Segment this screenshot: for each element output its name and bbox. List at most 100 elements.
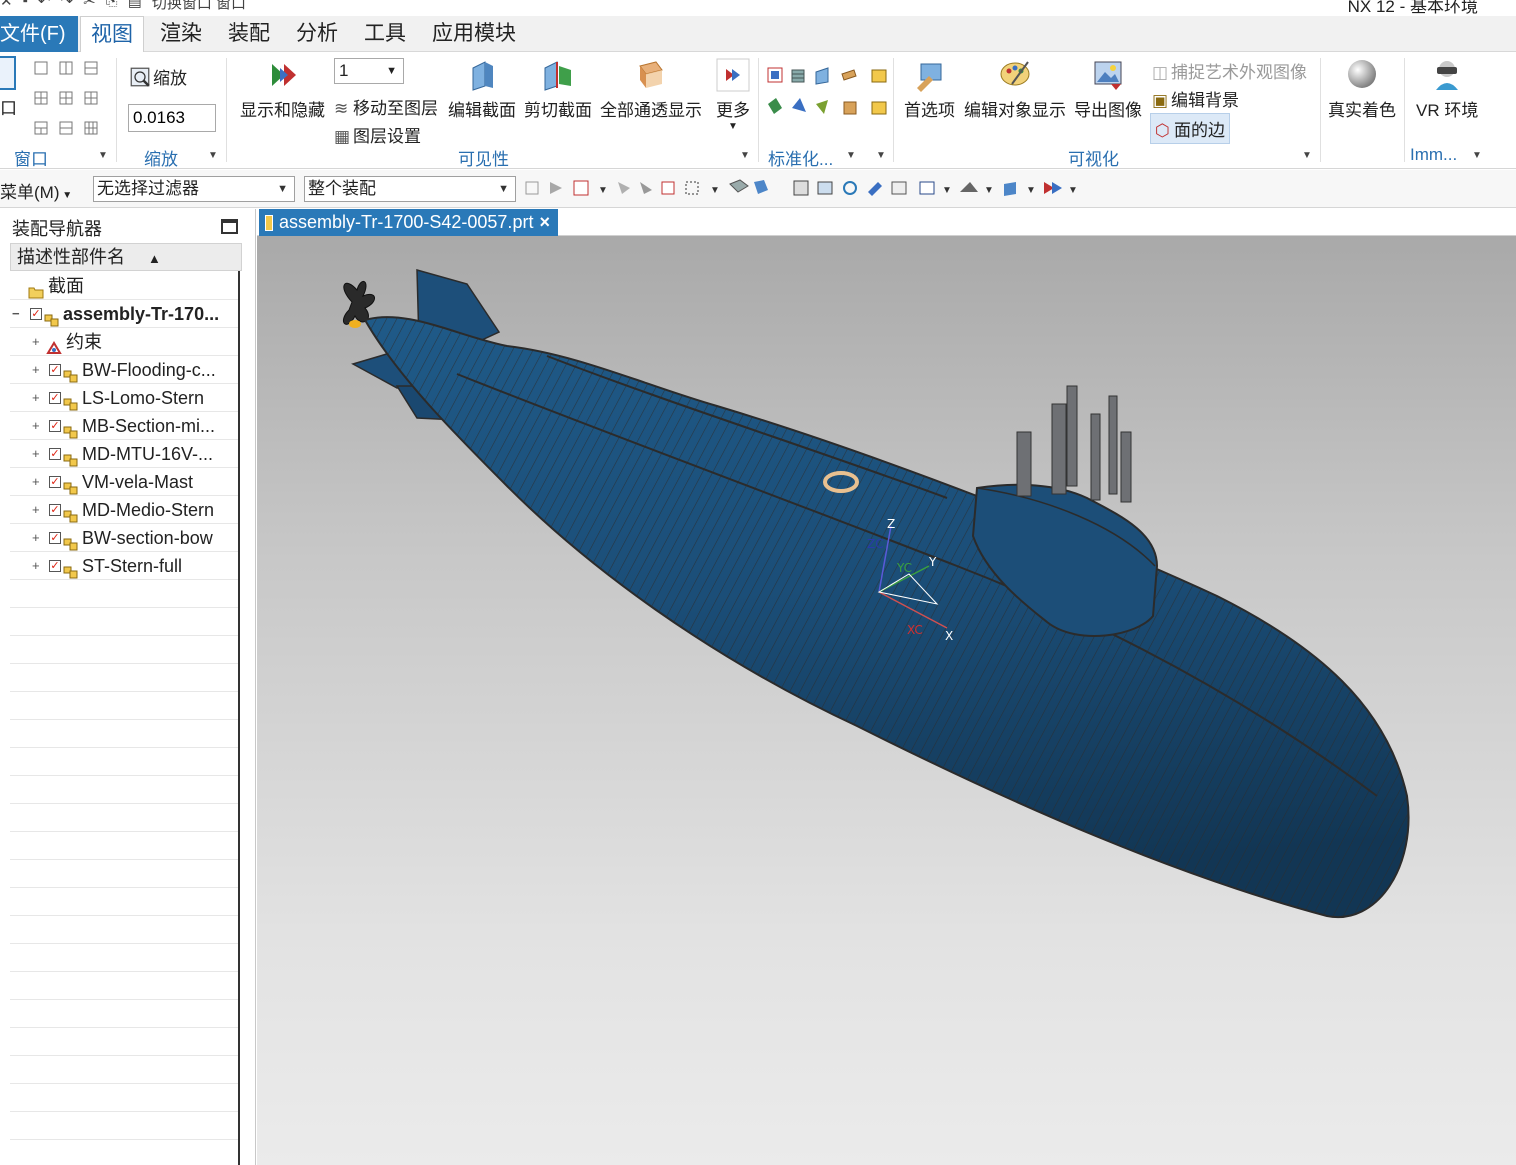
component-icon: [63, 475, 78, 495]
face-edges-toggle[interactable]: ⬡ 面的边: [1150, 113, 1230, 144]
tab-analysis[interactable]: 分析: [286, 16, 348, 52]
paste-icon[interactable]: ▤: [128, 0, 142, 12]
close-icon[interactable]: ✕: [0, 0, 13, 12]
group-label-visibility: 可见性: [458, 150, 509, 169]
expand-icon[interactable]: +: [32, 496, 40, 523]
expand-icon[interactable]: +: [32, 356, 40, 383]
tab-application[interactable]: 应用模块: [422, 16, 526, 52]
expand-icon[interactable]: +: [32, 524, 40, 551]
component-icon: [63, 363, 78, 383]
copy-icon[interactable]: ⎘: [106, 0, 118, 12]
show-hide-button[interactable]: 显示和隐藏: [240, 58, 325, 121]
edit-section-button[interactable]: 编辑截面: [448, 58, 516, 121]
tab-assembly[interactable]: 装配: [218, 16, 280, 52]
cut-icon[interactable]: ✂: [83, 0, 96, 12]
submarine-model[interactable]: Z ZC YC Y XC X: [257, 236, 1516, 1165]
graphics-viewport[interactable]: Z ZC YC Y XC X: [257, 236, 1516, 1165]
close-icon[interactable]: ×: [539, 209, 550, 236]
visibility-group-dropdown[interactable]: ▼: [740, 150, 750, 161]
tree-row-component[interactable]: + ✓ MD-MTU-16V-...: [10, 440, 240, 468]
window-partial-label[interactable]: 口: [0, 94, 17, 119]
document-tab-bar: assembly-Tr-1700-S42-0057.prt ×: [257, 209, 1516, 236]
imm-group-dropdown[interactable]: ▼: [1472, 150, 1482, 161]
expand-icon[interactable]: +: [32, 384, 40, 411]
constraints-icon: [46, 335, 62, 354]
capture-art-image-button[interactable]: ◫ 捕捉艺术外观图像: [1152, 58, 1307, 83]
selection-tool-icons[interactable]: ▼ ▼ ▼ ▼ ▼ ▼: [522, 178, 1082, 200]
preferences-button[interactable]: 首选项: [904, 58, 955, 121]
edit-background-button[interactable]: ▣ 编辑背景: [1152, 86, 1239, 111]
edit-object-display-button[interactable]: 编辑对象显示: [964, 58, 1066, 121]
tree-row-component[interactable]: + ✓ VM-vela-Mast: [10, 468, 240, 496]
export-image-button[interactable]: 导出图像: [1074, 58, 1142, 121]
selection-scope-select[interactable]: 整个装配 ▼: [304, 176, 516, 202]
layer-select[interactable]: 1 ▼: [334, 58, 404, 84]
undo-icon[interactable]: ↶: [38, 0, 51, 12]
tab-render[interactable]: 渲染: [150, 16, 212, 52]
component-icon: [63, 447, 78, 467]
switch-window-label[interactable]: 切换窗口 窗口: [152, 0, 246, 12]
clip-section-button[interactable]: 剪切截面: [524, 58, 592, 121]
window-grid-icons[interactable]: [33, 60, 103, 140]
visibility-checkbox[interactable]: ✓: [49, 504, 61, 516]
tree-row-component[interactable]: + ✓ BW-Flooding-c...: [10, 356, 240, 384]
visibility-checkbox[interactable]: ✓: [49, 476, 61, 488]
save-icon[interactable]: ▪: [23, 0, 28, 12]
move-to-layer-button[interactable]: ≋ 移动至图层: [334, 94, 438, 119]
visibility-checkbox[interactable]: ✓: [49, 560, 61, 572]
standard-group-dropdown[interactable]: ▼: [846, 150, 856, 161]
column-header-part-name[interactable]: 描述性部件名 ▲: [10, 243, 242, 271]
maximize-icon[interactable]: [221, 219, 238, 234]
tree-row-component[interactable]: + ✓ MD-Medio-Stern: [10, 496, 240, 524]
palette-icon: [1000, 61, 1030, 86]
tree-row-component[interactable]: + ✓ ST-Stern-full: [10, 552, 240, 580]
visibility-checkbox[interactable]: ✓: [49, 420, 61, 432]
standard-extra-dropdown[interactable]: ▼: [876, 150, 886, 161]
quick-access-toolbar[interactable]: ✕ ▪ ↶ ↷ ✂ ⎘ ▤ 切换窗口 窗口: [0, 0, 246, 12]
vr-environment-button[interactable]: VR 环境: [1416, 58, 1478, 121]
tree-row-assembly[interactable]: − ✓ assembly-Tr-170...: [10, 300, 240, 328]
menu-button[interactable]: 菜单(M) ▼: [0, 178, 72, 203]
zoom-group-dropdown[interactable]: ▼: [208, 150, 218, 161]
tree-row-component[interactable]: + ✓ MB-Section-mi...: [10, 412, 240, 440]
sort-up-icon: ▲: [148, 251, 161, 266]
tree-row-component[interactable]: + ✓ BW-section-bow: [10, 524, 240, 552]
expand-icon[interactable]: +: [32, 440, 40, 467]
tree-row-section[interactable]: 截面: [10, 272, 240, 300]
visibility-checkbox[interactable]: ✓: [49, 392, 61, 404]
visibility-checkbox[interactable]: ✓: [49, 364, 61, 376]
tab-file[interactable]: 文件(F): [0, 16, 78, 52]
visibility-checkbox[interactable]: ✓: [30, 308, 42, 320]
navigator-splitter[interactable]: [238, 271, 240, 1165]
redo-icon[interactable]: ↷: [60, 0, 73, 12]
zoom-icon: [130, 67, 150, 87]
standard-view-icons[interactable]: [766, 64, 890, 124]
export-image-icon: [1094, 61, 1122, 90]
window-group-dropdown[interactable]: ▼: [98, 150, 108, 161]
true-shading-button[interactable]: 真实着色: [1328, 58, 1396, 121]
more-button[interactable]: 更多 ▼: [716, 58, 750, 132]
tree-row-component[interactable]: + ✓ LS-Lomo-Stern: [10, 384, 240, 412]
expand-icon[interactable]: +: [32, 468, 40, 495]
layer-settings-button[interactable]: ▦ 图层设置: [334, 122, 421, 147]
document-tab[interactable]: assembly-Tr-1700-S42-0057.prt ×: [259, 209, 558, 236]
preferences-icon: [916, 63, 941, 92]
visibility-checkbox[interactable]: ✓: [49, 532, 61, 544]
tab-tools[interactable]: 工具: [354, 16, 416, 52]
collapse-icon[interactable]: −: [12, 300, 20, 327]
all-translucent-button[interactable]: 全部通透显示: [600, 58, 702, 121]
expand-icon[interactable]: +: [32, 328, 40, 355]
group-separator: [758, 58, 759, 162]
visualization-group-dropdown[interactable]: ▼: [1302, 150, 1312, 161]
visibility-checkbox[interactable]: ✓: [49, 448, 61, 460]
zoom-value-input[interactable]: [128, 104, 216, 132]
window-layout-icon[interactable]: [0, 56, 16, 90]
expand-icon[interactable]: +: [32, 412, 40, 439]
group-label-imm: Imm...: [1410, 145, 1458, 164]
type-filter-select[interactable]: 无选择过滤器 ▼: [93, 176, 295, 202]
expand-icon[interactable]: +: [32, 552, 40, 579]
tab-view[interactable]: 视图: [80, 16, 144, 53]
zoom-button[interactable]: 缩放: [130, 64, 187, 89]
tree-row-constraints[interactable]: + 约束: [10, 328, 240, 356]
svg-text:▼: ▼: [1068, 185, 1078, 196]
